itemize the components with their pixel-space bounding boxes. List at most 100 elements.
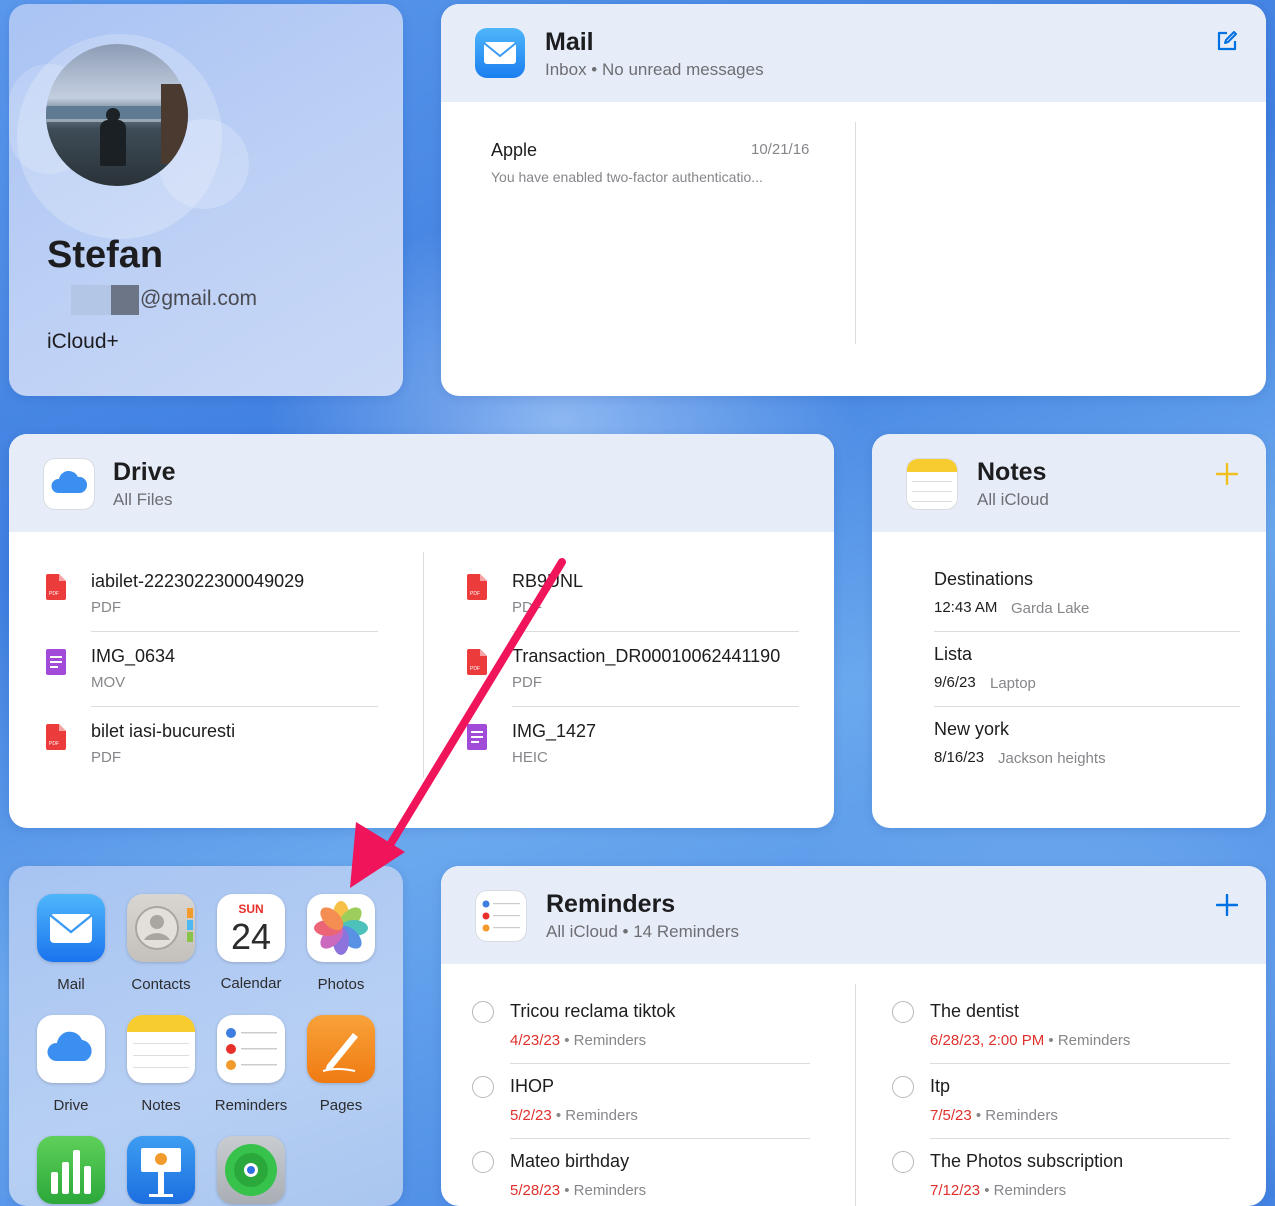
mail-subtitle: Inbox • No unread messages [545,60,764,79]
file-type: MOV [91,674,126,691]
calendar-app-icon: SUN 24 [217,894,285,962]
notes-app-icon [906,458,958,510]
reminder-checkbox[interactable] [472,1001,494,1023]
reminder-list: • Reminders [555,1107,638,1124]
reminder-list: • Reminders [1048,1032,1131,1049]
divider [512,631,799,632]
notes-card[interactable]: Notes All iCloud Destinations 12:43 AM G… [872,434,1266,828]
reminder-due: 6/28/23, 2:00 PM [930,1032,1045,1049]
divider [91,706,378,707]
profile-card[interactable]: Stefan @gmail.com iCloud+ [9,4,403,396]
pages-app-icon [307,1015,375,1083]
app-label: Drive [53,1097,89,1114]
divider [934,631,1240,632]
reminder-checkbox[interactable] [472,1076,494,1098]
profile-plan: iCloud+ [47,330,119,353]
notes-title[interactable]: Notes [977,458,1046,487]
divider [930,1138,1230,1139]
file-name: iabilet-2223022300049029 [91,571,305,591]
note-title: New york [934,719,1010,739]
compose-icon[interactable] [1215,29,1239,53]
pdf-icon: PDF [467,649,487,675]
svg-text:PDF: PDF [470,666,480,672]
numbers-app-icon [37,1136,105,1204]
mail-card[interactable]: Mail Inbox • No unread messages Apple 10… [441,4,1266,396]
file-name: RB9UNL [512,571,584,591]
reminder-checkbox[interactable] [892,1076,914,1098]
document-icon [46,649,66,675]
pdf-icon: PDF [46,574,66,600]
mail-date: 10/21/16 [751,141,810,158]
file-type: PDF [512,674,542,691]
file-name: Transaction_DR00010062441190 [512,646,781,666]
reminder-title: Mateo birthday [510,1151,630,1171]
calendar-date: 24 [230,916,272,957]
reminder-due: 5/2/23 [510,1107,552,1124]
file-type: PDF [91,599,121,616]
pdf-icon: PDF [46,724,66,750]
note-preview: Garda Lake [1011,600,1090,617]
profile-email: @gmail.com [140,287,258,310]
app-label: Calendar [220,975,282,992]
reminder-title: Itp [930,1076,951,1096]
svg-text:PDF: PDF [49,741,59,747]
photos-app-icon [307,894,375,962]
mail-title[interactable]: Mail [545,28,594,57]
reminders-app-icon [475,890,527,942]
drive-subtitle: All Files [113,490,173,509]
keynote-app-icon [127,1136,195,1204]
note-preview: Laptop [990,675,1036,692]
file-name: bilet iasi-bucuresti [91,721,236,741]
reminders-subtitle: All iCloud • 14 Reminders [546,922,740,941]
reminders-title[interactable]: Reminders [546,890,675,919]
reminder-checkbox[interactable] [892,1151,914,1173]
reminder-list: • Reminders [564,1182,647,1199]
note-title: Destinations [934,569,1034,589]
notes-subtitle: All iCloud [977,490,1049,509]
mail-sender: Apple [491,140,538,160]
drive-app-icon [43,458,95,510]
divider [512,706,799,707]
app-label: Mail [57,976,85,993]
app-label: Pages [319,1097,363,1114]
reminder-due: 7/12/23 [930,1182,981,1199]
reminder-checkbox[interactable] [472,1151,494,1173]
note-date: 8/16/23 [934,749,985,766]
svg-text:PDF: PDF [470,591,480,597]
reminder-title: The Photos subscription [930,1151,1124,1171]
app-label: Reminders [214,1097,288,1114]
mail-app-icon [475,28,525,78]
drive-card[interactable]: Drive All Files PDF iabilet-222302230004… [9,434,834,828]
reminders-card[interactable]: Reminders All iCloud • 14 Reminders Tric… [441,866,1266,1206]
app-label: Photos [317,976,365,993]
divider [934,706,1240,707]
contacts-app-icon [127,894,195,962]
file-name: IMG_1427 [512,721,597,741]
reminder-checkbox[interactable] [892,1001,914,1023]
divider [855,122,856,344]
drive-title[interactable]: Drive [113,458,176,487]
app-label: Contacts [131,976,191,993]
find-my-app-icon [217,1136,285,1204]
profile-name: Stefan [47,234,164,276]
reminder-due: 7/5/23 [930,1107,972,1124]
reminder-title: The dentist [930,1001,1020,1021]
add-reminder-icon[interactable] [1215,893,1239,917]
note-date: 12:43 AM [934,599,998,616]
avatar[interactable] [46,44,188,186]
mail-preview: You have enabled two-factor authenticati… [491,169,763,185]
app-label: Notes [141,1097,181,1114]
email-redaction [71,285,111,315]
divider [510,1138,810,1139]
note-preview: Jackson heights [998,750,1106,767]
note-date: 9/6/23 [934,674,976,691]
reminder-title: IHOP [510,1076,555,1096]
divider [510,1063,810,1064]
mail-app-icon [37,894,105,962]
reminder-list: • Reminders [975,1107,1058,1124]
email-redaction [111,285,139,315]
app-launcher: Mail Contacts SUN 24 Calendar Photos Dri… [9,866,403,1206]
add-note-icon[interactable] [1215,462,1239,486]
reminder-list: • Reminders [564,1032,647,1049]
reminder-due: 4/23/23 [510,1032,561,1049]
